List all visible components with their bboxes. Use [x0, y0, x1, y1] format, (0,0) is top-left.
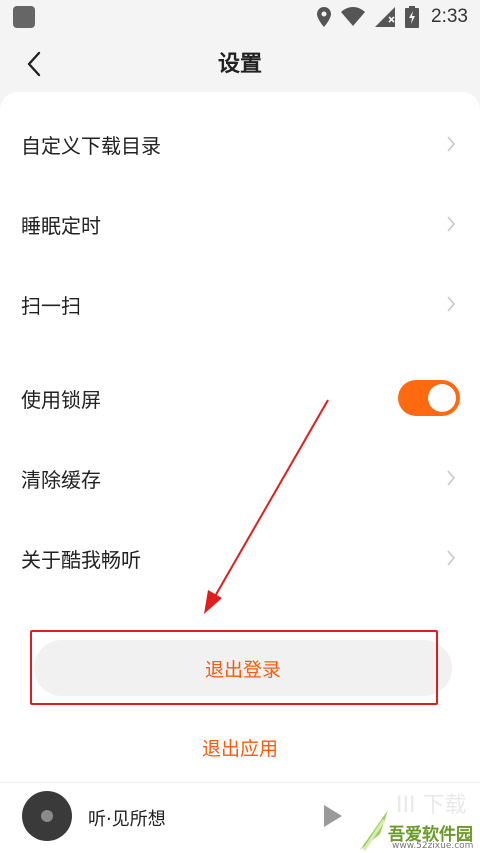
setting-sleep-timer[interactable]: 睡眠定时 [0, 184, 480, 264]
exit-app-button[interactable]: 退出应用 [0, 730, 480, 768]
setting-label: 自定义下载目录 [21, 133, 161, 158]
setting-download-directory[interactable]: 自定义下载目录 [0, 104, 480, 184]
setting-lock-screen: 使用锁屏 [0, 358, 480, 438]
app-notification-icon [13, 6, 35, 28]
setting-label: 扫一扫 [21, 293, 81, 318]
setting-label: 关于酷我畅听 [21, 547, 141, 572]
setting-scan[interactable]: 扫一扫 [0, 264, 480, 344]
play-icon[interactable] [322, 803, 344, 829]
setting-label: 使用锁屏 [21, 387, 101, 412]
album-disc-icon[interactable] [22, 791, 72, 841]
lock-screen-toggle[interactable] [398, 380, 460, 416]
logout-button[interactable]: 退出登录 [34, 640, 452, 696]
chevron-right-icon [447, 136, 456, 152]
setting-label: 睡眠定时 [21, 213, 101, 238]
location-icon [317, 7, 332, 27]
chevron-right-icon [447, 216, 456, 232]
chevron-right-icon [447, 470, 456, 486]
battery-charging-icon [405, 6, 420, 28]
chevron-right-icon [447, 296, 456, 312]
wifi-icon [341, 7, 366, 26]
status-bar: 2:33 [0, 0, 480, 34]
track-title: 听·见所想 [88, 809, 166, 830]
toggle-knob [428, 384, 456, 412]
status-time: 2:33 [431, 6, 468, 27]
status-icons: 2:33 [317, 4, 468, 30]
setting-clear-cache[interactable]: 清除缓存 [0, 438, 480, 518]
setting-about[interactable]: 关于酷我畅听 [0, 518, 480, 598]
watermark-url: www.52zixue.com [392, 841, 474, 851]
setting-label: 清除缓存 [21, 467, 101, 492]
title-bar: 设置 [0, 34, 480, 92]
page-title: 设置 [217, 52, 262, 77]
svg-text:ⅠⅠⅠ 下载: ⅠⅠⅠ 下载 [396, 793, 466, 818]
signal-icon [375, 7, 396, 27]
chevron-right-icon [447, 550, 456, 566]
